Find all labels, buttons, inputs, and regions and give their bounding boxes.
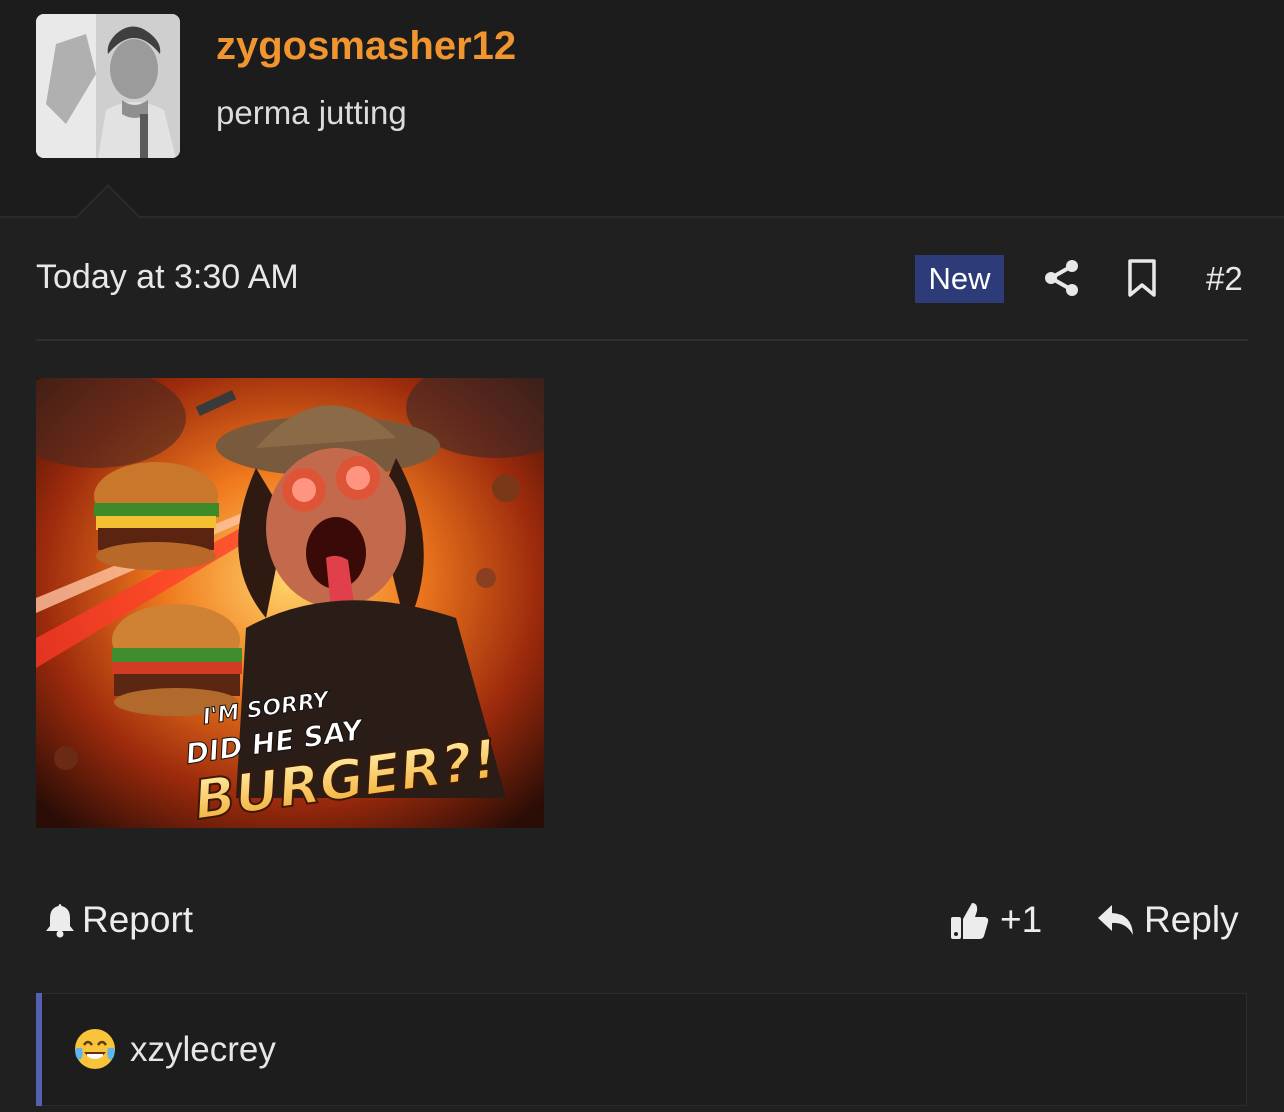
- forum-post: zygosmasher12 perma jutting Today at 3:3…: [0, 0, 1284, 1112]
- divider: [36, 339, 1248, 341]
- thumbs-up-icon: [951, 903, 989, 939]
- reply-icon: [1098, 905, 1133, 935]
- bookmark-icon[interactable]: [1124, 258, 1160, 298]
- new-badge: New: [915, 255, 1004, 303]
- reactions-accent: [36, 993, 42, 1106]
- user-pointer: [74, 184, 142, 219]
- like-button[interactable]: +1: [948, 896, 1042, 944]
- username[interactable]: zygosmasher12: [216, 24, 516, 69]
- reply-label: Reply: [1144, 899, 1239, 940]
- post-date[interactable]: Today at 3:30 AM: [36, 258, 299, 297]
- bell-icon: [46, 904, 74, 938]
- user-title: perma jutting: [216, 94, 407, 131]
- report-link[interactable]: Report: [44, 898, 193, 942]
- laughing-crying-emoji-icon: [72, 1026, 118, 1072]
- share-icon[interactable]: [1042, 258, 1082, 298]
- divider: [0, 216, 1284, 218]
- reaction-user[interactable]: xzylecrey: [130, 1030, 276, 1070]
- report-label: Report: [82, 899, 194, 940]
- reply-button[interactable]: Reply: [1096, 896, 1239, 944]
- avatar[interactable]: [36, 14, 180, 158]
- post-number[interactable]: #2: [1206, 260, 1243, 298]
- post-image[interactable]: I'M SORRY DID HE SAY BURGER?!: [36, 378, 544, 828]
- like-count: +1: [1000, 899, 1043, 940]
- user-block: zygosmasher12 perma jutting: [0, 0, 1284, 216]
